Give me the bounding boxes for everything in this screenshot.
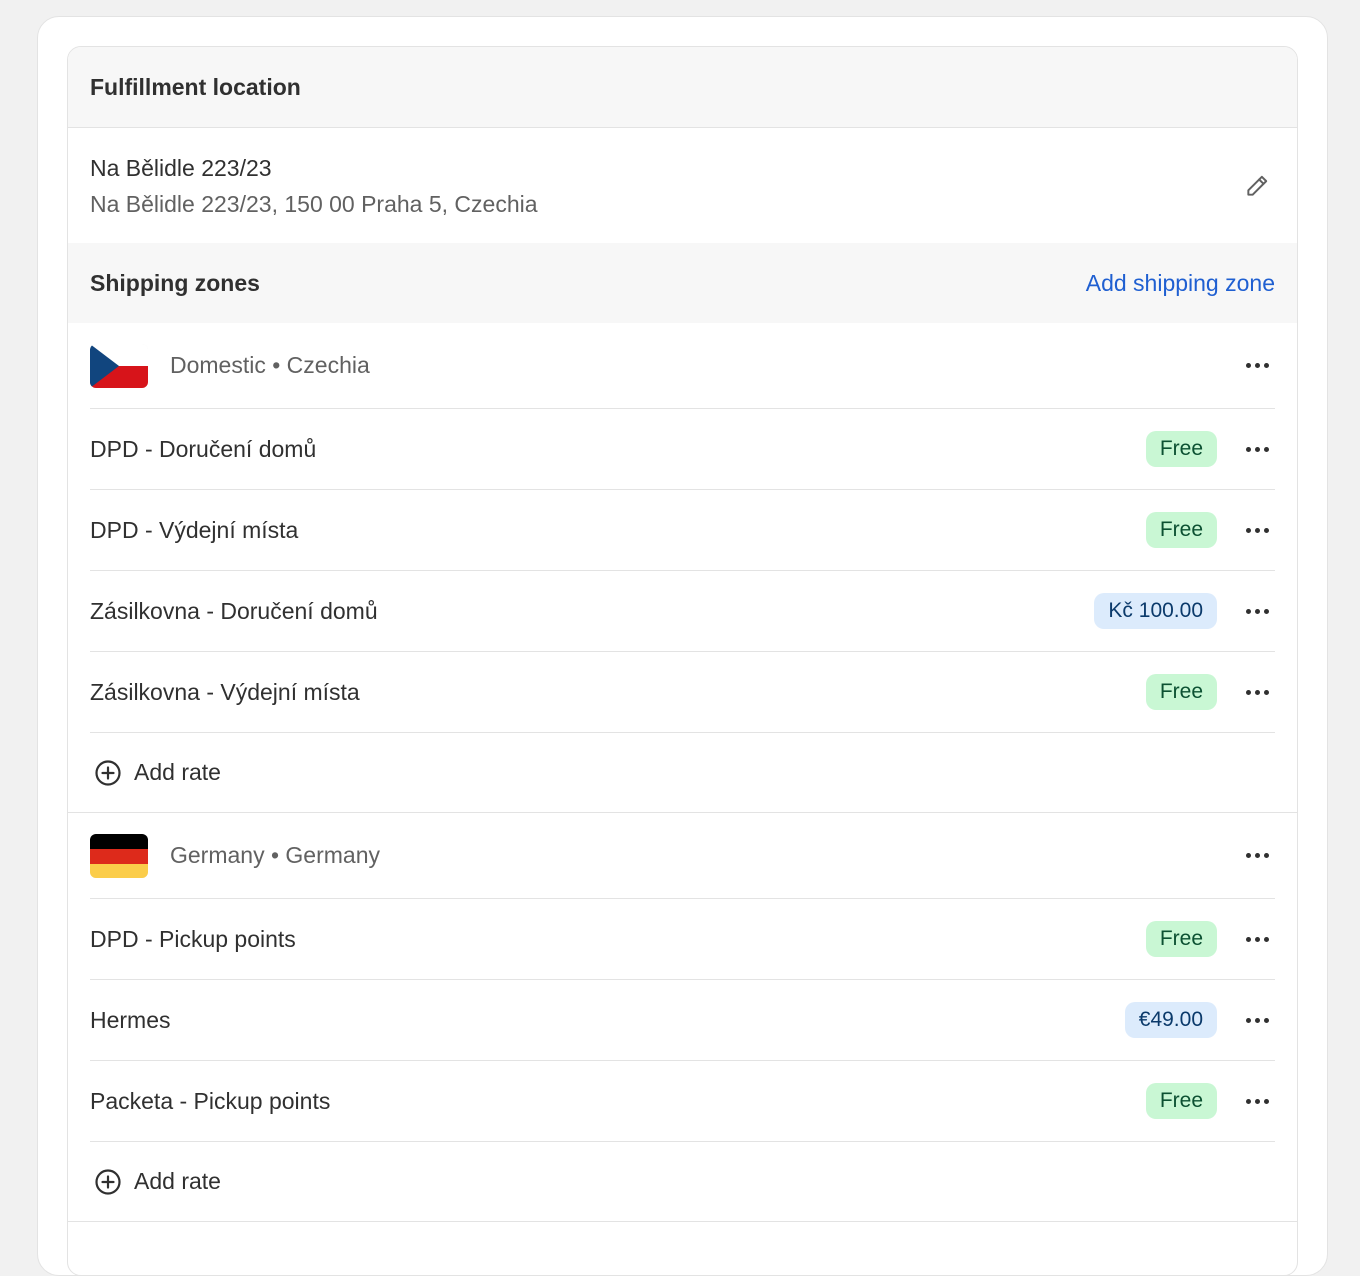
plus-circle-icon — [95, 1168, 121, 1195]
fulfillment-location-row: Na Bělidle 223/23 Na Bělidle 223/23, 150… — [68, 128, 1297, 243]
fulfillment-title: Fulfillment location — [90, 73, 301, 100]
add-rate-button[interactable]: Add rate — [90, 733, 1275, 812]
add-shipping-zone-link[interactable]: Add shipping zone — [1086, 270, 1275, 297]
zone-menu-button[interactable] — [1239, 838, 1275, 874]
rate-menu-button[interactable] — [1239, 512, 1275, 548]
fulfillment-header: Fulfillment location — [68, 47, 1297, 128]
rate-price-badge: €49.00 — [1124, 1002, 1217, 1038]
rate-price-badge: Free — [1145, 512, 1217, 548]
shipping-zones-title: Shipping zones — [90, 269, 260, 296]
rate-price-badge: Free — [1145, 674, 1217, 710]
rate-row: Zásilkovna - Výdejní místa Free — [90, 652, 1275, 733]
add-rate-label: Add rate — [134, 1168, 221, 1194]
zone-header: Germany • Germany — [90, 813, 1275, 899]
plus-circle-icon — [95, 759, 121, 786]
rate-menu-button[interactable] — [1239, 921, 1275, 957]
zone-menu-button[interactable] — [1239, 348, 1275, 384]
rate-name: Packeta - Pickup points — [90, 1087, 331, 1114]
zone-label: Germany • Germany — [170, 842, 380, 868]
germany-flag-icon — [90, 833, 148, 878]
rate-menu-button[interactable] — [1239, 1002, 1275, 1038]
rate-menu-button[interactable] — [1239, 593, 1275, 629]
rate-menu-button[interactable] — [1239, 431, 1275, 467]
rate-price-badge: Free — [1145, 1083, 1217, 1119]
rate-menu-button[interactable] — [1239, 1083, 1275, 1119]
czechia-flag-icon — [90, 343, 148, 388]
shipping-zone-germany: Germany • Germany DPD - Pickup points Fr… — [68, 813, 1297, 1222]
rate-row: DPD - Výdejní místa Free — [90, 490, 1275, 571]
rate-name: DPD - Pickup points — [90, 925, 296, 952]
rate-row: Hermes €49.00 — [90, 980, 1275, 1061]
rate-name: Zásilkovna - Doručení domů — [90, 597, 378, 624]
rate-name: DPD - Doručení domů — [90, 435, 317, 462]
pencil-icon — [1247, 175, 1268, 196]
add-rate-label: Add rate — [134, 759, 221, 785]
location-address: Na Bělidle 223/23, 150 00 Praha 5, Czech… — [90, 190, 538, 217]
rate-row: DPD - Doručení domů Free — [90, 409, 1275, 490]
shipping-zones-header: Shipping zones Add shipping zone — [68, 243, 1297, 323]
rate-row: Packeta - Pickup points Free — [90, 1061, 1275, 1142]
edit-location-button[interactable] — [1239, 168, 1275, 204]
rate-price-badge: Free — [1145, 921, 1217, 957]
rate-name: Hermes — [90, 1006, 171, 1033]
rate-name: Zásilkovna - Výdejní místa — [90, 678, 360, 705]
rate-price-badge: Free — [1145, 431, 1217, 467]
rate-price-badge: Kč 100.00 — [1094, 593, 1217, 629]
fulfillment-card: Fulfillment location Na Bělidle 223/23 N… — [67, 46, 1298, 1276]
shipping-zone-czechia: Domestic • Czechia DPD - Doručení domů F… — [68, 323, 1297, 813]
rate-row: DPD - Pickup points Free — [90, 899, 1275, 980]
location-name: Na Bělidle 223/23 — [90, 154, 272, 181]
rate-row: Zásilkovna - Doručení domů Kč 100.00 — [90, 571, 1275, 652]
location-info: Na Bělidle 223/23 Na Bělidle 223/23, 150… — [90, 150, 538, 222]
zone-header: Domestic • Czechia — [90, 323, 1275, 409]
zone-label: Domestic • Czechia — [170, 352, 370, 378]
add-rate-button[interactable]: Add rate — [90, 1142, 1275, 1221]
rate-menu-button[interactable] — [1239, 674, 1275, 710]
rate-name: DPD - Výdejní místa — [90, 516, 299, 543]
